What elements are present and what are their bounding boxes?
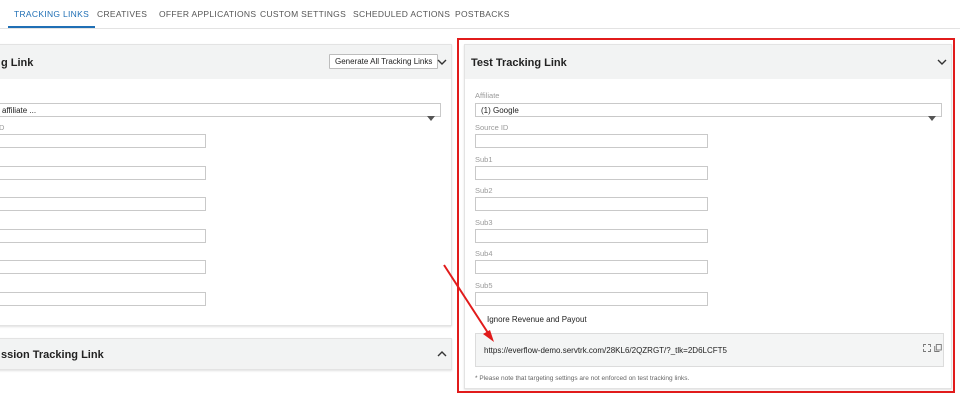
test-sub3-input[interactable]	[475, 229, 708, 243]
panel-header: Test Tracking Link	[465, 45, 951, 79]
sub1-label: Sub1	[475, 155, 493, 164]
expand-icon[interactable]	[923, 339, 931, 352]
test-sub2-input[interactable]	[475, 197, 708, 211]
chevron-up-icon[interactable]	[436, 348, 448, 360]
affiliate-label: Affiliate	[475, 91, 500, 100]
source-id-label: D	[0, 123, 5, 132]
sub2-label: Sub2	[475, 186, 493, 195]
tab-tracking-links[interactable]: TRACKING LINKS	[7, 0, 96, 28]
test-link-url[interactable]: https://everflow-demo.servtrk.com/28KL6/…	[484, 346, 727, 355]
sub5-input[interactable]	[0, 292, 206, 306]
panel-header: ssion Tracking Link	[0, 339, 451, 369]
panel-title: ssion Tracking Link	[1, 349, 104, 361]
sub3-label: Sub3	[475, 218, 493, 227]
sub3-input[interactable]	[0, 229, 206, 243]
tab-postbacks[interactable]: POSTBACKS	[455, 0, 510, 28]
tab-bar: TRACKING LINKS CREATIVES OFFER APPLICATI…	[0, 0, 960, 29]
test-affiliate-select[interactable]: (1) Google	[475, 103, 942, 121]
sub5-label: Sub5	[475, 281, 493, 290]
source-id-label: Source ID	[475, 123, 509, 132]
tracking-link-panel: g Link Generate All Tracking Links affil…	[0, 44, 452, 326]
test-sub5-input[interactable]	[475, 292, 708, 306]
sub1-input[interactable]	[0, 166, 206, 180]
caret-down-icon	[427, 108, 435, 121]
test-source-id-input[interactable]	[475, 134, 708, 148]
copy-icon[interactable]	[934, 339, 942, 352]
test-affiliate-select-value: (1) Google	[481, 106, 519, 115]
test-tracking-link-panel: Test Tracking Link Affiliate (1) Google …	[464, 44, 952, 389]
tab-custom-settings[interactable]: CUSTOM SETTINGS	[260, 0, 346, 28]
impression-tracking-link-panel: ssion Tracking Link	[0, 338, 452, 370]
sub4-label: Sub4	[475, 249, 493, 258]
source-id-input[interactable]	[0, 134, 206, 148]
chevron-down-icon[interactable]	[436, 56, 448, 68]
affiliate-select[interactable]: affiliate ...	[0, 103, 441, 121]
ignore-revenue-payout-checkbox[interactable]: Ignore Revenue and Payout	[487, 315, 587, 324]
chevron-down-icon[interactable]	[936, 56, 948, 68]
panel-title: Test Tracking Link	[471, 57, 567, 69]
generate-all-tracking-links-button[interactable]: Generate All Tracking Links	[329, 54, 439, 69]
targeting-note: * Please note that targeting settings ar…	[475, 375, 690, 382]
sub4-input[interactable]	[0, 260, 206, 274]
tab-scheduled-actions[interactable]: SCHEDULED ACTIONS	[353, 0, 450, 28]
test-sub1-input[interactable]	[475, 166, 708, 180]
tab-offer-applications[interactable]: OFFER APPLICATIONS	[159, 0, 256, 28]
caret-down-icon	[928, 108, 936, 121]
tab-creatives[interactable]: CREATIVES	[97, 0, 147, 28]
panel-header: g Link Generate All Tracking Links	[0, 45, 451, 79]
sub2-input[interactable]	[0, 197, 206, 211]
test-sub4-input[interactable]	[475, 260, 708, 274]
ignore-revenue-payout-label: Ignore Revenue and Payout	[487, 315, 587, 324]
test-link-output: https://everflow-demo.servtrk.com/28KL6/…	[475, 333, 944, 367]
affiliate-select-value: affiliate ...	[2, 106, 37, 115]
panel-title: g Link	[1, 57, 34, 69]
